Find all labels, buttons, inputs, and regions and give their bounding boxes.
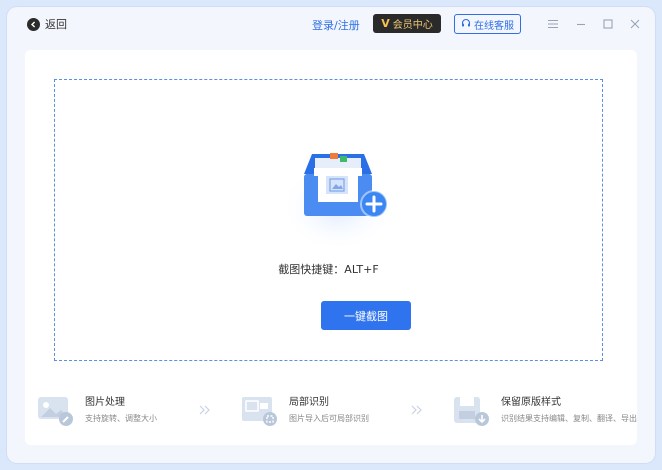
feature-image-processing: 图片处理 支持旋转、调整大小	[37, 395, 157, 427]
feature-title: 局部识别	[289, 397, 329, 408]
main-panel: 截图快捷键：ALT+F 一键截图 图片处理 支持旋转、调整大小 局部识别 图片导…	[25, 50, 637, 445]
shortcut-hint: 截图快捷键：ALT+F	[278, 263, 379, 276]
feature-title: 图片处理	[85, 397, 125, 408]
minimize-icon[interactable]	[574, 16, 588, 30]
one-click-capture-button[interactable]: 一键截图	[321, 301, 411, 330]
feature-keep-format: 保留原版样式 识别结果支持编辑、复制、翻译、导出	[453, 395, 637, 427]
feature-desc: 图片导入后可局部识别	[289, 414, 369, 423]
image-tray-icon	[280, 153, 396, 248]
save-format-icon	[453, 395, 491, 427]
close-icon[interactable]	[628, 16, 642, 30]
menu-icon[interactable]	[546, 16, 560, 30]
maximize-icon[interactable]	[601, 16, 615, 30]
online-service-button[interactable]: 在线客服	[454, 14, 521, 34]
service-label: 在线客服	[474, 20, 514, 32]
headset-icon	[461, 18, 471, 31]
chevron-double-right-icon	[409, 402, 425, 416]
back-label: 返回	[45, 18, 67, 31]
title-bar: 返回 登录/注册 V 会员中心 在线客服	[7, 7, 655, 41]
back-arrow-icon	[27, 17, 40, 31]
back-button[interactable]: 返回	[27, 16, 67, 32]
login-register-link[interactable]: 登录/注册	[312, 17, 360, 33]
feature-desc: 支持旋转、调整大小	[85, 414, 157, 423]
app-window: 返回 登录/注册 V 会员中心 在线客服 截图快捷键：ALT+F 一键截图 图片…	[7, 7, 655, 463]
feature-desc: 识别结果支持编辑、复制、翻译、导出	[501, 414, 637, 423]
vip-label: 会员中心	[392, 20, 433, 31]
vip-crown-icon: V	[381, 17, 390, 30]
feature-partial-recognition: 局部识别 图片导入后可局部识别	[241, 395, 369, 427]
image-edit-icon	[37, 395, 75, 427]
screenshot-dropzone[interactable]: 截图快捷键：ALT+F 一键截图	[54, 79, 603, 361]
feature-title: 保留原版样式	[501, 397, 561, 408]
chevron-double-right-icon	[197, 402, 213, 416]
crop-recognize-icon	[241, 395, 279, 427]
vip-center-button[interactable]: V 会员中心	[373, 14, 441, 33]
